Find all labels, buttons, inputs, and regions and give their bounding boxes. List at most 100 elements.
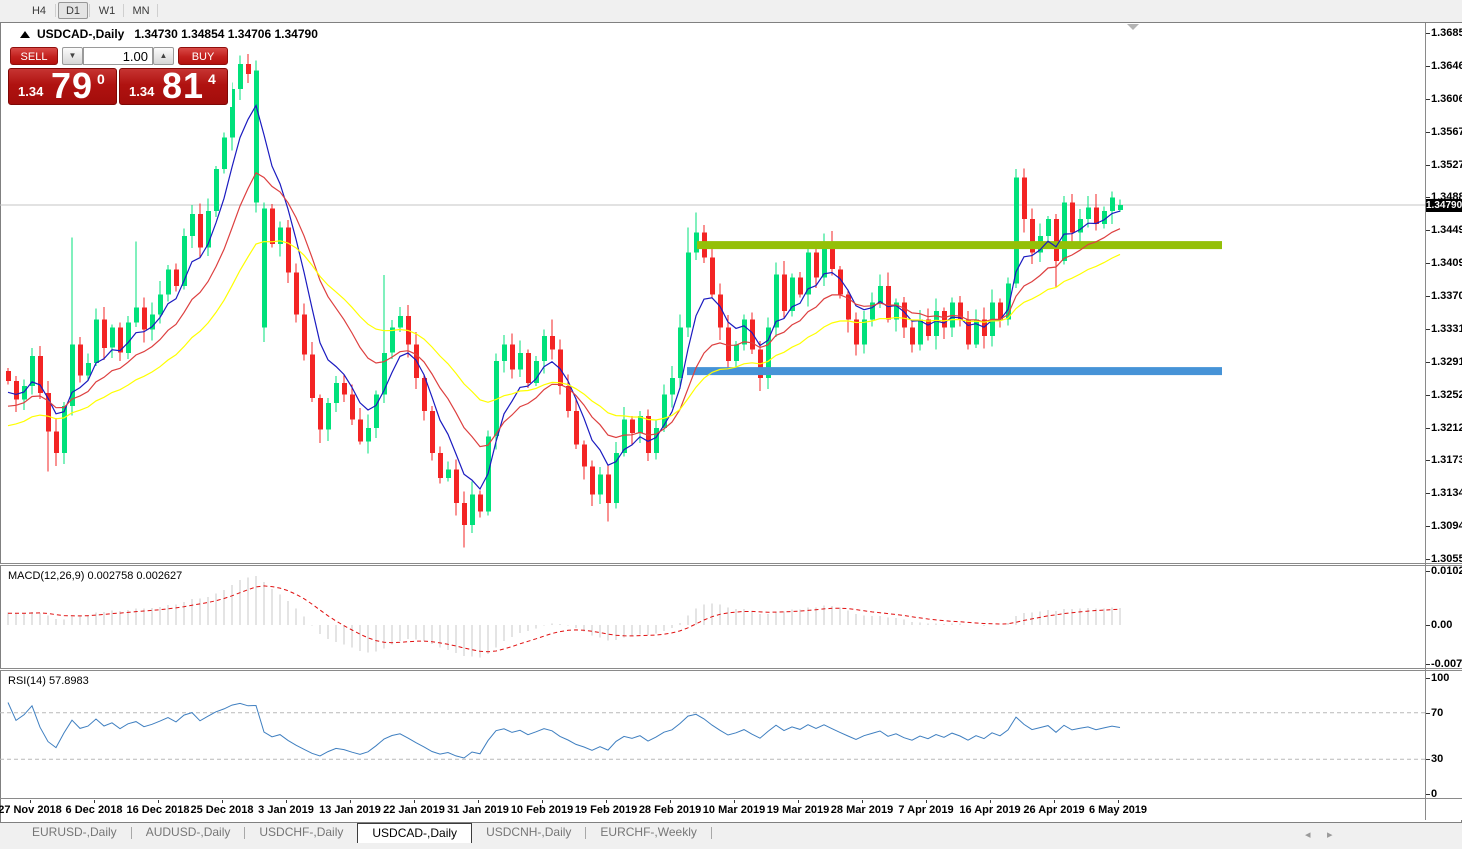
rsi-canvas[interactable]	[0, 671, 1425, 798]
date-axis-label: 16 Apr 2019	[959, 804, 1021, 816]
date-tick	[670, 800, 671, 803]
date-axis-label: 22 Jan 2019	[383, 804, 445, 816]
buy-price-sup: 4	[208, 71, 216, 87]
chart-shift-marker-icon[interactable]	[1127, 24, 1139, 30]
buy-price-prefix: 1.34	[129, 84, 155, 99]
toolbar-separator	[123, 4, 124, 17]
chart-tab-usdcnh[interactable]: USDCNH-,Daily	[472, 823, 585, 843]
chart-title-symbol: USDCAD-,Daily	[37, 27, 125, 41]
chart-title-ohlc: 1.34730 1.34854 1.34706 1.34790	[134, 27, 318, 41]
buy-price-tile[interactable]: 1.34 81 4	[119, 68, 228, 105]
price-axis-label: 1.36850	[1431, 27, 1462, 39]
date-axis-label: 7 Apr 2019	[898, 804, 954, 816]
date-tick	[30, 800, 31, 803]
price-axis-label: 1.35270	[1431, 159, 1462, 171]
rsi-axis-label: 0	[1431, 788, 1438, 800]
price-axis-label: 1.34490	[1431, 224, 1462, 236]
date-tick	[222, 800, 223, 803]
timeframe-button-d1[interactable]: D1	[58, 2, 88, 19]
date-tick	[350, 800, 351, 803]
date-tick	[926, 800, 927, 803]
date-axis-label: 28 Mar 2019	[830, 804, 894, 816]
date-axis-label: 16 Dec 2018	[126, 804, 190, 816]
support-line[interactable]	[687, 367, 1222, 376]
buy-button[interactable]: BUY	[178, 47, 228, 65]
ma-line-fast	[7, 103, 1121, 491]
tab-scroll-left-icon[interactable]: ◂	[1305, 828, 1311, 841]
date-tick	[286, 800, 287, 803]
timeframe-button-mn[interactable]: MN	[126, 2, 156, 19]
price-axis-label: 1.35670	[1431, 126, 1462, 138]
toolbar-separator	[157, 4, 158, 17]
price-axis-label: 1.30940	[1431, 520, 1462, 532]
buy-price-big: 81	[162, 68, 205, 105]
price-axis-label: 1.32120	[1431, 422, 1462, 434]
price-axis-label-tick	[1426, 132, 1430, 133]
tab-separator	[710, 827, 712, 839]
price-axis-label-tick	[1426, 197, 1430, 198]
price-axis-label-tick	[1426, 493, 1430, 494]
sell-button[interactable]: SELL	[10, 47, 58, 65]
price-axis-label: 1.30550	[1431, 553, 1462, 565]
date-tick	[414, 800, 415, 803]
date-tick	[798, 800, 799, 803]
macd-label: MACD(12,26,9) 0.002758 0.002627	[8, 570, 183, 582]
date-axis-label: 19 Mar 2019	[766, 804, 830, 816]
timeframe-button-w1[interactable]: W1	[92, 2, 122, 19]
volume-input[interactable]	[83, 47, 153, 65]
date-tick	[1118, 800, 1119, 803]
chart-tab-eurchf[interactable]: EURCHF-,Weekly	[586, 823, 710, 843]
timeframe-button-h4[interactable]: H4	[24, 2, 54, 19]
pane-divider	[0, 798, 1462, 799]
macd-axis-label: -0.007477	[1431, 658, 1462, 670]
tab-scroll-right-icon[interactable]: ▸	[1327, 828, 1333, 841]
macd-canvas[interactable]	[0, 566, 1425, 668]
price-axis-label-tick	[1426, 559, 1430, 560]
sell-price-prefix: 1.34	[18, 84, 44, 99]
date-axis-label: 10 Mar 2019	[702, 804, 766, 816]
ma-line-slow	[7, 240, 1121, 427]
chart-tab-eurusd[interactable]: EURUSD-,Daily	[18, 823, 131, 843]
price-axis-label-tick	[1426, 296, 1430, 297]
chart-tabs: EURUSD-,Daily AUDUSD-,Daily USDCHF-,Daily U…	[18, 823, 712, 843]
price-axis-label-tick	[1426, 33, 1430, 34]
rsi-axis-label: 70	[1431, 707, 1444, 719]
price-axis-label: 1.33310	[1431, 323, 1462, 335]
rsi-axis-label-tick	[1426, 678, 1430, 679]
toolbar-separator	[55, 4, 56, 17]
macd-histogram	[7, 575, 1121, 658]
price-axis-label-tick	[1426, 460, 1430, 461]
volume-decrease-button[interactable]: ▼	[62, 47, 83, 65]
toolbar-separator	[89, 4, 90, 17]
price-axis-label: 1.31730	[1431, 454, 1462, 466]
volume-increase-button[interactable]: ▲	[153, 47, 174, 65]
macd-signal-line	[8, 585, 1121, 653]
chart-tab-usdchf[interactable]: USDCHF-,Daily	[245, 823, 357, 843]
symbol-triangle-icon[interactable]	[20, 31, 30, 38]
macd-axis-label-tick	[1426, 625, 1430, 626]
macd-axis-label: 0.010229	[1431, 565, 1462, 577]
pane-divider[interactable]	[0, 668, 1462, 671]
chart-tab-usdcad[interactable]: USDCAD-,Daily	[357, 823, 473, 843]
sell-price-tile[interactable]: 1.34 79 0	[8, 68, 117, 105]
date-axis-label: 13 Jan 2019	[319, 804, 381, 816]
price-axis-label-tick	[1426, 526, 1430, 527]
date-tick	[990, 800, 991, 803]
pane-divider[interactable]	[0, 563, 1462, 566]
date-tick	[1054, 800, 1055, 803]
resistance-line[interactable]	[697, 241, 1222, 250]
date-tick	[478, 800, 479, 803]
price-axis-label: 1.32520	[1431, 389, 1462, 401]
date-axis-label: 25 Dec 2018	[190, 804, 254, 816]
price-axis-label-tick	[1426, 362, 1430, 363]
date-tick	[862, 800, 863, 803]
rsi-axis-label-tick	[1426, 759, 1430, 760]
one-click-trading-panel: SELL ▼ ▲ BUY 1.34 79 0 1.34 81 4	[6, 44, 232, 107]
timeframe-toolbar: H4 D1 W1 MN	[0, 0, 1462, 22]
chart-tab-bar: EURUSD-,Daily AUDUSD-,Daily USDCHF-,Daily U…	[0, 822, 1462, 849]
date-axis-label: 3 Jan 2019	[258, 804, 314, 816]
price-axis-label-tick	[1426, 395, 1430, 396]
chart-tab-audusd[interactable]: AUDUSD-,Daily	[132, 823, 245, 843]
price-axis-label-tick	[1426, 99, 1430, 100]
macd-axis-label-tick	[1426, 571, 1430, 572]
